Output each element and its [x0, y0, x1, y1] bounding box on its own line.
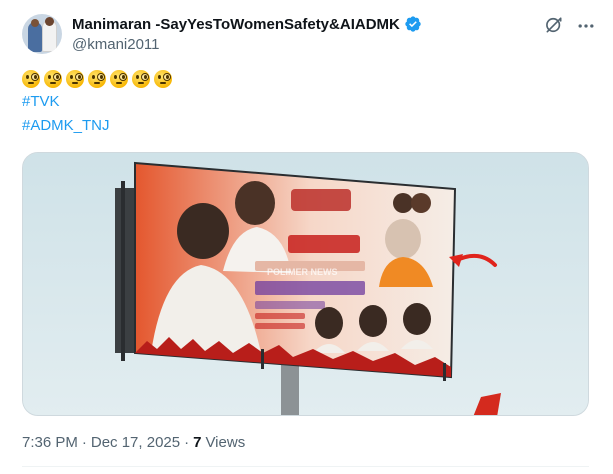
- face-with-monocle-icon: [154, 69, 173, 88]
- divider: [22, 466, 589, 467]
- hashtag-admk-tnj[interactable]: #ADMK_TNJ: [22, 114, 173, 138]
- avatar[interactable]: [22, 14, 62, 54]
- face-with-monocle-icon: [44, 69, 63, 88]
- face-with-monocle-icon: [110, 69, 129, 88]
- views-count: 7: [193, 434, 202, 451]
- emoji-line: [22, 66, 173, 90]
- tweet-image[interactable]: POLIMER NEWS: [22, 152, 589, 416]
- author-display-name[interactable]: Manimaran -SayYesToWomenSafety&AIADMK: [72, 16, 400, 33]
- face-with-monocle-icon: [132, 69, 151, 88]
- author-name-row: Manimaran -SayYesToWomenSafety&AIADMK: [72, 15, 422, 33]
- billboard-photo: POLIMER NEWS: [23, 153, 588, 415]
- face-with-monocle-icon: [66, 69, 85, 88]
- verified-badge-icon: [405, 16, 421, 32]
- author-handle[interactable]: @kmani2011: [72, 36, 160, 53]
- tweet-card: Manimaran -SayYesToWomenSafety&AIADMK @k…: [0, 0, 613, 474]
- grok-icon[interactable]: [544, 15, 564, 35]
- tweet-time[interactable]: 7:36 PM: [22, 434, 78, 451]
- meta-separator: ·: [184, 434, 190, 451]
- meta-separator: ·: [81, 434, 87, 451]
- tweet-metadata: 7:36 PM · Dec 17, 2025 · 7 Views: [22, 434, 245, 451]
- tweet-date[interactable]: Dec 17, 2025: [91, 434, 180, 451]
- image-watermark: POLIMER NEWS: [267, 267, 338, 277]
- views-label: Views: [205, 434, 246, 451]
- more-options-icon[interactable]: [576, 16, 596, 36]
- tweet-text: #TVK #ADMK_TNJ: [22, 66, 173, 138]
- hashtag-tvk[interactable]: #TVK: [22, 90, 173, 114]
- face-with-monocle-icon: [88, 69, 107, 88]
- face-with-monocle-icon: [22, 69, 41, 88]
